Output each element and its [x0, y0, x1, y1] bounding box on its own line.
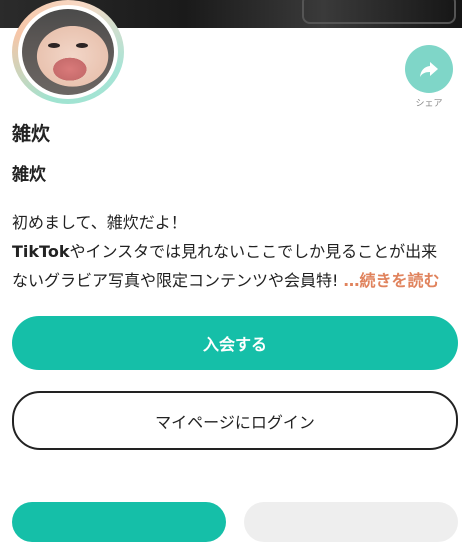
bottom-left-button[interactable] — [12, 502, 226, 542]
bio-line-2-text: やインスタでは見れないここでしか見ることが出来 — [69, 242, 438, 261]
join-button[interactable]: 入会する — [12, 316, 458, 370]
bio-brand: TikTok — [12, 242, 70, 261]
bio-line-1: 初めまして、雑炊だよ！ — [12, 213, 187, 232]
bio-line-3-text: ないグラビア写真や限定コンテンツや会員特 — [12, 271, 333, 290]
bio-line-3: ないグラビア写真や限定コンテンツや会員特! …続きを読む — [12, 266, 460, 295]
share-button[interactable] — [405, 45, 453, 93]
profile-bio: 初めまして、雑炊だよ！ TikTokやインスタでは見れないここでしか見ることが出… — [12, 208, 460, 295]
share-label: シェア — [415, 99, 443, 109]
profile-display-name: 雑炊 — [12, 123, 51, 145]
avatar-eye-right — [76, 43, 88, 48]
bottom-right-button[interactable] — [244, 502, 458, 542]
avatar-eye-left — [48, 43, 60, 48]
bio-line-2: TikTokやインスタでは見れないここでしか見ることが出来 — [12, 237, 460, 266]
avatar-image — [22, 9, 114, 95]
avatar[interactable] — [12, 0, 124, 104]
avatar-border — [18, 5, 118, 99]
profile-username: 雑炊 — [12, 165, 46, 185]
bio-line-3-tail: ! — [332, 271, 339, 290]
read-more-link[interactable]: …続きを読む — [344, 271, 440, 290]
mypage-login-button[interactable]: マイページにログイン — [12, 391, 458, 450]
share-arrow-icon — [420, 62, 438, 77]
cover-decoration — [302, 0, 456, 24]
